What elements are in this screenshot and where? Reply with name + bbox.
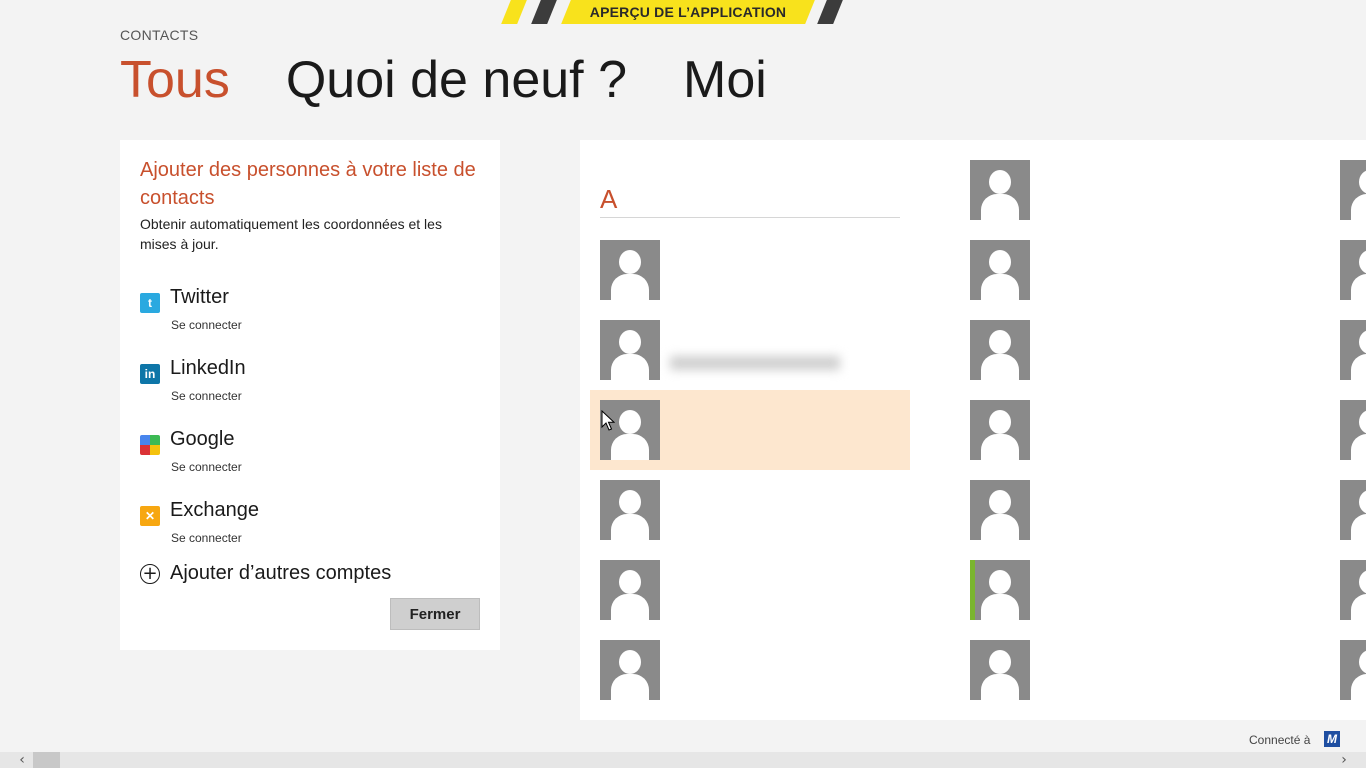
- banner-stripe: [501, 0, 527, 24]
- contact-name: [670, 646, 870, 668]
- contact-tile[interactable]: [970, 320, 1270, 380]
- person-avatar-icon: [600, 560, 660, 620]
- banner-stripe: [531, 0, 557, 24]
- contact-subtext: [670, 356, 840, 370]
- contact-tile[interactable]: [970, 240, 1270, 300]
- contact-tile[interactable]: [600, 320, 900, 380]
- account-connect-link[interactable]: Se connecter: [171, 460, 242, 474]
- contact-tile[interactable]: [970, 160, 1270, 220]
- group-header-a[interactable]: A: [600, 184, 617, 215]
- contact-tile[interactable]: [600, 560, 900, 620]
- preview-banner: APERÇU DE L’APPLICATION: [500, 0, 845, 24]
- contact-name: [1040, 406, 1240, 428]
- contact-tile[interactable]: [1340, 640, 1366, 700]
- person-avatar-icon: [1340, 400, 1366, 460]
- account-name: Exchange: [170, 499, 259, 521]
- account-exchange[interactable]: ✕ Exchange Se connecter: [140, 493, 480, 564]
- person-avatar-icon: [1340, 480, 1366, 540]
- person-avatar-icon: [970, 320, 1030, 380]
- person-avatar-icon: [600, 320, 660, 380]
- panel-title: Ajouter des personnes à votre liste de c…: [140, 159, 476, 209]
- contact-name: [670, 566, 870, 588]
- microsoft-account-icon[interactable]: M: [1324, 731, 1340, 747]
- close-button[interactable]: Fermer: [390, 598, 480, 630]
- person-avatar-icon: [970, 160, 1030, 220]
- account-twitter[interactable]: t Twitter Se connecter: [140, 280, 480, 351]
- contact-name: [1040, 166, 1240, 188]
- tab-tous[interactable]: Tous: [120, 48, 230, 112]
- contact-tile[interactable]: [600, 640, 900, 700]
- scroll-left-icon[interactable]: ‹: [14, 752, 30, 768]
- contact-tile[interactable]: [1340, 480, 1366, 540]
- horizontal-scrollbar[interactable]: ‹ ›: [0, 752, 1366, 768]
- contact-tile[interactable]: [970, 400, 1270, 460]
- banner-label-box: APERÇU DE L’APPLICATION: [561, 0, 815, 24]
- twitter-icon: t: [140, 293, 160, 313]
- group-divider: [600, 217, 900, 218]
- person-avatar-icon: [970, 560, 1030, 620]
- person-avatar-icon: [970, 400, 1030, 460]
- banner-stripe: [817, 0, 843, 24]
- person-avatar-icon: [1340, 160, 1366, 220]
- add-other-accounts[interactable]: + Ajouter d’autres comptes: [140, 562, 391, 585]
- contact-tile[interactable]: [1340, 320, 1366, 380]
- pivot-nav: Tous Quoi de neuf ? Moi: [120, 48, 823, 112]
- contact-tile[interactable]: [1340, 560, 1366, 620]
- contact-name: [1040, 246, 1240, 268]
- contact-tile[interactable]: [600, 240, 900, 300]
- linkedin-icon: in: [140, 364, 160, 384]
- account-name: Google: [170, 428, 235, 450]
- contact-name: [670, 486, 870, 508]
- account-name: LinkedIn: [170, 357, 246, 379]
- plus-circle-icon: +: [140, 563, 160, 584]
- contact-tile[interactable]: [970, 640, 1270, 700]
- contact-name: [670, 246, 870, 268]
- banner-label: APERÇU DE L’APPLICATION: [589, 4, 787, 20]
- contact-tile-hovered[interactable]: [600, 400, 900, 460]
- contact-name: [670, 326, 870, 348]
- contact-tile[interactable]: [1340, 400, 1366, 460]
- add-other-accounts-label: Ajouter d’autres comptes: [170, 562, 392, 584]
- tab-moi[interactable]: Moi: [683, 48, 767, 112]
- person-avatar-icon: [600, 640, 660, 700]
- person-avatar-icon: [970, 480, 1030, 540]
- account-connect-link[interactable]: Se connecter: [171, 318, 242, 332]
- contact-tile[interactable]: [1340, 160, 1366, 220]
- contact-tile[interactable]: [970, 560, 1270, 620]
- contact-name: [670, 406, 870, 428]
- contact-tile[interactable]: [970, 480, 1270, 540]
- contact-tile[interactable]: [1340, 240, 1366, 300]
- contact-name: [1040, 486, 1240, 508]
- person-avatar-icon: [970, 240, 1030, 300]
- person-avatar-icon: [1340, 240, 1366, 300]
- account-connect-link[interactable]: Se connecter: [171, 531, 242, 545]
- person-avatar-icon: [600, 480, 660, 540]
- exchange-icon: ✕: [140, 506, 160, 526]
- contact-name: [1040, 326, 1240, 348]
- account-connect-link[interactable]: Se connecter: [171, 389, 242, 403]
- tab-quoi-de-neuf[interactable]: Quoi de neuf ?: [286, 48, 627, 112]
- connected-to-label: Connecté à: [1249, 733, 1311, 747]
- contacts-grid: A: [580, 140, 1366, 720]
- person-avatar-icon: [600, 240, 660, 300]
- contact-name: [1040, 646, 1240, 668]
- panel-subtitle: Obtenir automatiquement les coordonnées …: [140, 216, 442, 252]
- add-accounts-panel: Ajouter des personnes à votre liste de c…: [120, 140, 500, 650]
- mouse-cursor-icon: [601, 410, 615, 431]
- contact-tile[interactable]: [600, 480, 900, 540]
- google-icon: [140, 435, 160, 455]
- person-avatar-icon: [1340, 320, 1366, 380]
- scroll-right-icon[interactable]: ›: [1336, 752, 1352, 768]
- contact-name: [1040, 566, 1240, 588]
- account-list: t Twitter Se connecter in LinkedIn Se co…: [140, 280, 480, 564]
- person-avatar-icon: [1340, 560, 1366, 620]
- app-title: CONTACTS: [120, 27, 199, 43]
- person-avatar-icon: [970, 640, 1030, 700]
- account-name: Twitter: [170, 286, 229, 308]
- account-google[interactable]: Google Se connecter: [140, 422, 480, 493]
- scrollbar-thumb[interactable]: [33, 752, 60, 768]
- account-linkedin[interactable]: in LinkedIn Se connecter: [140, 351, 480, 422]
- person-avatar-icon: [1340, 640, 1366, 700]
